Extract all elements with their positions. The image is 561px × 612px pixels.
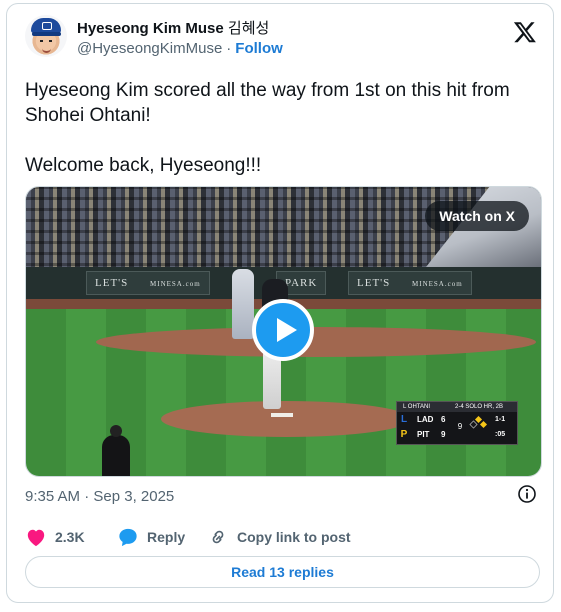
- ad-text-suffix: MINESA.com: [412, 280, 463, 288]
- tweet-text-line: Hyeseong Kim scored all the way from 1st…: [25, 80, 510, 126]
- bases-diamond-icon: [469, 416, 488, 429]
- home-plate-dirt: [96, 327, 536, 357]
- wall-ad: LET'S MINESA.com: [348, 271, 472, 295]
- author-name[interactable]: Hyeseong Kim Muse 김혜성: [77, 17, 269, 38]
- face-mouth: [42, 48, 51, 53]
- author-avatar[interactable]: [25, 15, 67, 57]
- post-timestamp[interactable]: 9:35 AM · Sep 3, 2025: [25, 488, 174, 505]
- author-handle[interactable]: @HyeseongKimMuse: [77, 40, 222, 57]
- tweet-text: Hyeseong Kim scored all the way from 1st…: [25, 78, 545, 178]
- pirates-logo-icon: P: [400, 429, 408, 440]
- tweet-text-line: Welcome back, Hyeseong!!!: [25, 155, 262, 176]
- pitching-rubber: [271, 413, 293, 417]
- scorebug-count: 1-1: [495, 416, 506, 423]
- scorebug-score: 6: [441, 415, 446, 424]
- face-eyes: [40, 40, 52, 42]
- watch-on-x-button[interactable]: Watch on X: [425, 201, 529, 231]
- scorebug-event: 2-4 SOLO HR, 2B: [455, 404, 504, 410]
- umpire-figure: [102, 425, 130, 476]
- batter-figure: [232, 269, 254, 339]
- separator-dot: ·: [226, 40, 232, 57]
- author-handle-row: @HyeseongKimMuse · Follow: [77, 40, 283, 57]
- cap-brim-shape: [32, 32, 61, 36]
- scorebug-score: 9: [441, 430, 446, 439]
- scorebug-inning: 9: [457, 422, 463, 431]
- ad-text: LET'S: [357, 277, 391, 289]
- ad-text: LET'S: [95, 277, 129, 289]
- read-replies-button[interactable]: Read 13 replies: [25, 556, 540, 588]
- scorebug-batter: L OHTANI: [403, 404, 431, 410]
- scorebug: L OHTANI 2-4 SOLO HR, 2B L LAD 6 1-1 P P…: [396, 401, 518, 445]
- reply-bubble-icon: [119, 528, 137, 547]
- play-triangle: [277, 318, 297, 342]
- scorebug-header: L OHTANI 2-4 SOLO HR, 2B: [397, 402, 517, 412]
- dodgers-logo-icon: L: [400, 414, 408, 425]
- heart-icon: [27, 529, 45, 547]
- author-display-name[interactable]: Hyeseong Kim Muse: [77, 20, 224, 37]
- copy-link-label: Copy link to post: [237, 529, 351, 545]
- reply-label: Reply: [147, 529, 186, 545]
- ad-text: PARK: [285, 277, 318, 289]
- play-icon[interactable]: [252, 299, 314, 361]
- x-logo-icon[interactable]: [513, 20, 537, 44]
- video-player[interactable]: LET'S MINESA.com PARK LET'S MINESA.com W…: [25, 186, 542, 477]
- ad-text-suffix: MINESA.com: [150, 280, 201, 288]
- wall-ad: LET'S MINESA.com: [86, 271, 210, 295]
- author-display-name-korean[interactable]: 김혜성: [228, 20, 269, 37]
- pitchers-mound: [161, 401, 411, 437]
- follow-button[interactable]: Follow: [235, 40, 283, 57]
- tweet-card: Hyeseong Kim Muse 김혜성 @HyeseongKimMuse · F…: [6, 3, 554, 603]
- scorebug-clock: :05: [495, 431, 506, 438]
- like-count: 2.3K: [55, 529, 85, 545]
- info-icon[interactable]: [517, 484, 537, 504]
- link-icon: [212, 530, 224, 544]
- cap-shape: [31, 18, 61, 33]
- scorebug-team: LAD: [417, 415, 434, 424]
- scorebug-team: PIT: [417, 430, 430, 439]
